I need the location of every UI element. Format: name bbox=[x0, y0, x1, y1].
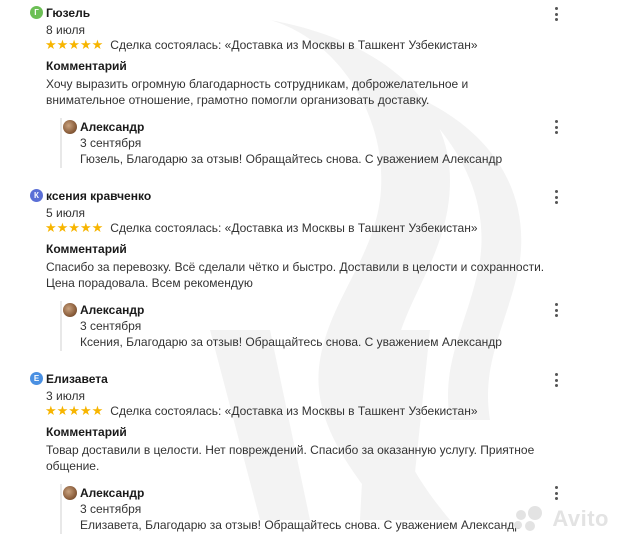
comment-text: Спасибо за перевозку. Всё сделали чётко … bbox=[46, 260, 545, 290]
reply-divider bbox=[60, 118, 62, 168]
more-vertical-icon[interactable] bbox=[551, 190, 561, 204]
reply-author[interactable]: Александр bbox=[80, 303, 144, 317]
reply-date: 3 сентября bbox=[80, 136, 142, 150]
avatar: К bbox=[30, 189, 43, 202]
reply-author[interactable]: Александр bbox=[80, 486, 144, 500]
deal-text: Сделка состоялась: «Доставка из Москвы в… bbox=[110, 38, 478, 52]
more-vertical-icon[interactable] bbox=[551, 120, 561, 134]
more-vertical-icon[interactable] bbox=[551, 373, 561, 387]
avatar: Е bbox=[30, 372, 43, 385]
reply-text: Гюзель, Благодарю за отзыв! Обращайтесь … bbox=[80, 152, 503, 166]
rating-row: ★★★★★ Сделка состоялась: «Доставка из Мо… bbox=[45, 220, 478, 236]
deal-text: Сделка состоялась: «Доставка из Москвы в… bbox=[110, 221, 478, 235]
rating-row: ★★★★★ Сделка состоялась: «Доставка из Мо… bbox=[45, 37, 478, 53]
reply-text: Елизавета, Благодарю за отзыв! Обращайте… bbox=[80, 518, 521, 532]
review-author[interactable]: Елизавета bbox=[46, 372, 108, 386]
comment-text: Товар доставили в целости. Нет поврежден… bbox=[46, 443, 535, 473]
comment-title: Комментарий bbox=[46, 242, 127, 256]
avito-dots-icon bbox=[514, 506, 546, 532]
avatar bbox=[63, 120, 77, 134]
avatar bbox=[63, 486, 77, 500]
reply-date: 3 сентября bbox=[80, 319, 142, 333]
star-icon: ★★★★★ bbox=[45, 220, 104, 235]
review-date: 8 июля bbox=[46, 23, 85, 37]
comment-text: Хочу выразить огромную благодарность сот… bbox=[46, 77, 469, 107]
review-author[interactable]: Гюзель bbox=[46, 6, 90, 20]
deal-text: Сделка состоялась: «Доставка из Москвы в… bbox=[110, 404, 478, 418]
review-author[interactable]: ксения кравченко bbox=[46, 189, 151, 203]
comment-title: Комментарий bbox=[46, 425, 127, 439]
comment-title: Комментарий bbox=[46, 59, 127, 73]
avito-watermark-logo: Avito bbox=[514, 506, 609, 532]
reply-divider bbox=[60, 301, 62, 351]
more-vertical-icon[interactable] bbox=[551, 303, 561, 317]
reply-author[interactable]: Александр bbox=[80, 120, 144, 134]
avatar: Г bbox=[30, 6, 43, 19]
star-icon: ★★★★★ bbox=[45, 403, 104, 418]
avatar bbox=[63, 303, 77, 317]
more-vertical-icon[interactable] bbox=[551, 7, 561, 21]
reply-divider bbox=[60, 484, 62, 534]
review-date: 3 июля bbox=[46, 389, 85, 403]
more-vertical-icon[interactable] bbox=[551, 486, 561, 500]
review-date: 5 июля bbox=[46, 206, 85, 220]
avito-logo-text: Avito bbox=[552, 506, 609, 531]
reply-date: 3 сентября bbox=[80, 502, 142, 516]
reply-text: Ксения, Благодарю за отзыв! Обращайтесь … bbox=[80, 335, 502, 349]
star-icon: ★★★★★ bbox=[45, 37, 104, 52]
rating-row: ★★★★★ Сделка состоялась: «Доставка из Мо… bbox=[45, 403, 478, 419]
